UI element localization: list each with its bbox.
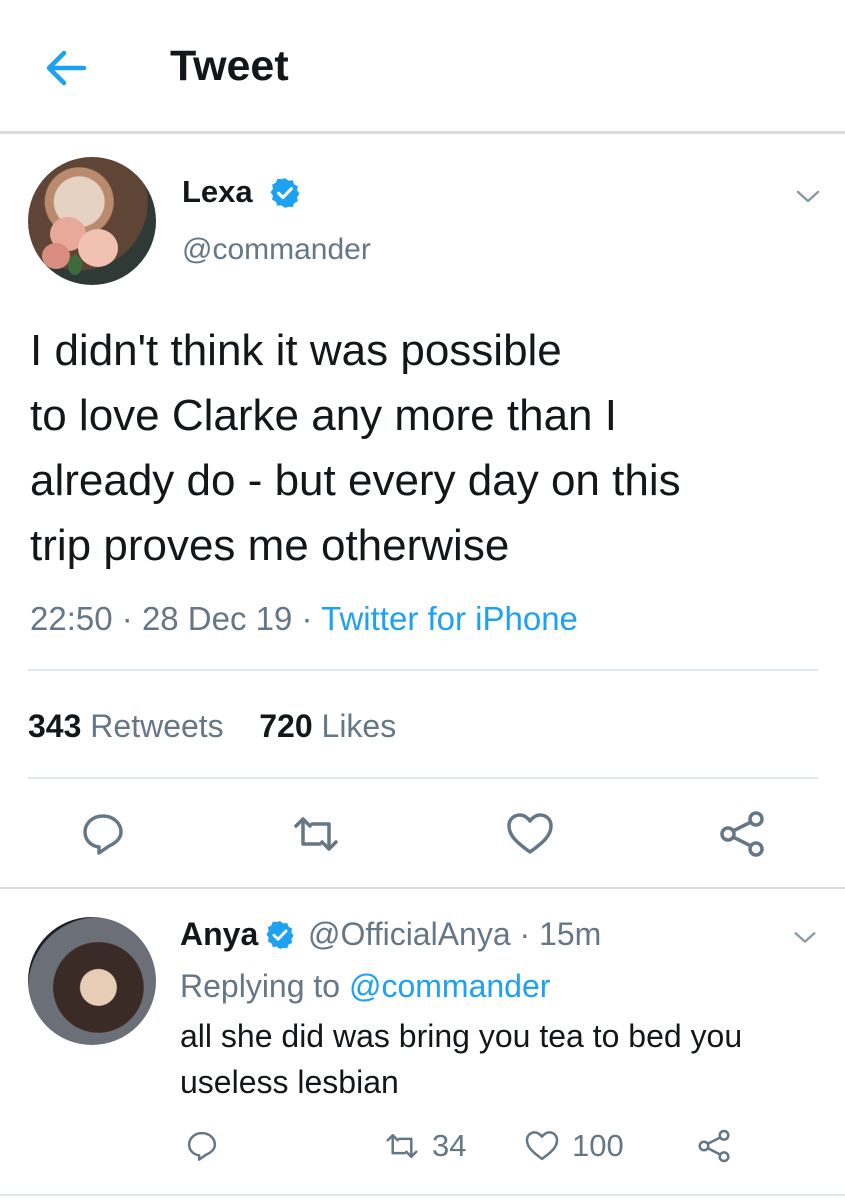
like-button[interactable] [502,806,558,862]
share-icon [720,811,764,857]
verified-badge-icon [268,176,302,210]
tweet-stats: 343 Retweets 720 Likes [28,704,396,748]
retweets-label: Retweets [90,708,224,744]
like-icon [525,1131,559,1161]
reply-handle: @OfficialAnya [308,916,511,952]
tweet-menu-button[interactable] [792,180,824,212]
top-app-bar [0,0,845,132]
tweet-date: 28 Dec 19 [141,600,293,637]
reply-button[interactable] [75,806,131,862]
retweet-icon [386,1134,418,1158]
reply-retweet-button[interactable]: 34 [382,1122,466,1170]
divider [0,1194,845,1196]
reply-like-count: 100 [572,1128,624,1163]
reply-text-line: all she did was bring you tea to bed you [180,1018,743,1054]
tweet-time: 22:50 [30,600,113,637]
reply-icon [187,1131,217,1161]
likes-label: Likes [321,708,397,744]
reply-author-display-name[interactable]: Anya [180,912,258,956]
divider [28,777,818,779]
like-icon [507,813,553,854]
chevron-down-icon [796,190,820,203]
chevron-down-icon [794,932,816,943]
reply-like-button[interactable]: 100 [522,1122,624,1170]
reply-author-handle[interactable]: @OfficialAnya · 15m [308,912,601,956]
reply-share-button[interactable] [694,1122,734,1170]
meta-separator: · [519,916,531,952]
reply-menu-button[interactable] [790,922,820,952]
tweet-text: I didn't think it was possible to love C… [30,318,830,578]
reply-icon [83,814,123,855]
tweet-text-line: to love Clarke any more than I [30,391,617,440]
replying-to-link[interactable]: @commander [349,968,550,1004]
verified-badge-icon [264,919,296,951]
tweet-source-link[interactable]: Twitter for iPhone [321,600,578,637]
back-button[interactable] [40,42,92,94]
back-arrow-icon [46,50,87,86]
tweet-text-line: I didn't think it was possible [30,326,562,375]
section-divider [0,887,845,889]
reply-text: all she did was bring you tea to bed you… [180,1013,820,1105]
reply-reply-button[interactable] [182,1122,222,1170]
divider [28,669,818,671]
page-title: Tweet [170,42,289,90]
retweet-button[interactable] [288,806,344,862]
reply-time-ago: 15m [539,916,602,952]
likes-count: 720 [259,708,313,744]
author-display-name[interactable]: Lexa [182,172,253,212]
retweets-stat[interactable]: 343 Retweets [28,708,224,744]
share-icon [698,1129,730,1163]
avatar-lexa[interactable] [28,157,156,285]
author-handle[interactable]: @commander [182,230,371,270]
meta-separator: · [121,600,133,637]
header-divider [0,131,845,134]
tweet-text-line: trip proves me otherwise [30,521,510,570]
share-button[interactable] [714,806,770,862]
likes-stat[interactable]: 720 Likes [259,708,396,744]
retweet-icon [294,817,338,851]
replying-prefix: Replying to [180,968,341,1004]
avatar-anya[interactable] [28,917,156,1045]
meta-separator: · [301,600,313,637]
reply-retweet-count: 34 [432,1128,467,1163]
reply-text-line: useless lesbian [180,1064,399,1100]
replying-to: Replying to @commander [180,964,550,1008]
tweet-text-line: already do - but every day on this [30,456,681,505]
tweet-meta: 22:50 · 28 Dec 19 · Twitter for iPhone [30,598,578,640]
retweets-count: 343 [28,708,82,744]
